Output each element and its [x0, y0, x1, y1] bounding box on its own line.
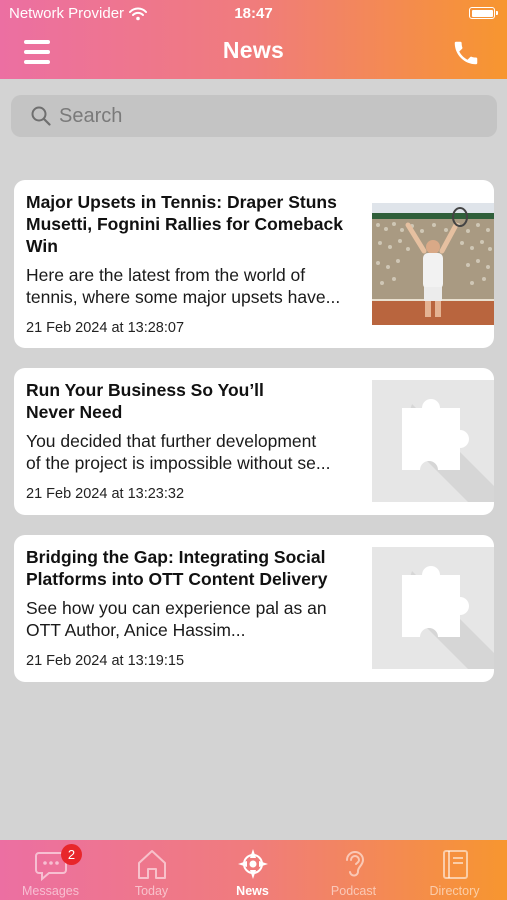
tab-directory[interactable]: Directory	[404, 840, 505, 900]
excerpt-line: See how you can experience pal as an	[26, 598, 327, 618]
app-header: Network Provider 18:47 News	[0, 0, 507, 79]
tab-messages[interactable]: 2 Messages	[0, 840, 101, 900]
news-compass-icon	[238, 849, 268, 879]
news-card-date: 21 Feb 2024 at 13:28:07	[26, 320, 185, 336]
news-card[interactable]: Run Your Business So You’ll Never Need Y…	[14, 368, 494, 515]
unread-badge: 2	[61, 844, 82, 865]
tab-label: News	[236, 884, 269, 898]
tab-news[interactable]: News	[202, 840, 303, 900]
tennis-photo-thumbnail	[372, 203, 494, 325]
news-card-title: Major Upsets in Tennis: Draper Stuns Mus…	[26, 192, 343, 256]
news-card[interactable]: Major Upsets in Tennis: Draper Stuns Mus…	[14, 180, 494, 348]
tab-label: Podcast	[330, 884, 377, 898]
tab-podcast[interactable]: Podcast	[303, 840, 404, 900]
battery-icon	[469, 7, 498, 19]
news-card-excerpt: You decided that further development of …	[26, 430, 364, 474]
search-icon	[31, 106, 51, 126]
puzzle-piece-icon	[372, 380, 494, 502]
tab-label: Today	[134, 884, 169, 898]
phone-icon[interactable]	[451, 38, 481, 68]
news-card-date: 21 Feb 2024 at 13:23:32	[26, 486, 185, 502]
house-icon	[138, 850, 166, 879]
tab-label: Messages	[22, 884, 79, 898]
tab-label: Directory	[429, 884, 480, 898]
excerpt-line: OTT Author, Anice Hassim...	[26, 620, 246, 640]
news-card[interactable]: Bridging the Gap: Integrating Social Pla…	[14, 535, 494, 682]
tab-today[interactable]: Today	[101, 840, 202, 900]
book-icon	[443, 850, 468, 879]
search-input[interactable]	[59, 95, 487, 137]
ear-icon	[346, 851, 365, 877]
tab-bar: 2 Messages Today News Podcast Directory	[0, 840, 507, 900]
excerpt-line: tennis, where some major upsets have...	[26, 287, 341, 307]
status-bar: Network Provider 18:47	[0, 0, 507, 28]
puzzle-piece-icon	[372, 547, 494, 669]
news-card-excerpt: Here are the latest from the world of te…	[26, 264, 364, 308]
news-card-excerpt: See how you can experience pal as an OTT…	[26, 597, 364, 641]
news-card-date: 21 Feb 2024 at 13:19:15	[26, 653, 185, 669]
excerpt-line: of the project is impossible without se.…	[26, 453, 331, 473]
excerpt-line: Here are the latest from the world of	[26, 265, 306, 285]
search-bar[interactable]	[11, 95, 497, 137]
page-title: News	[222, 37, 285, 63]
news-card-title: Bridging the Gap: Integrating Social Pla…	[26, 547, 328, 589]
status-time: 18:47	[234, 5, 273, 22]
excerpt-line: You decided that further development	[26, 431, 317, 451]
news-card-title: Run Your Business So You’ll Never Need	[26, 380, 264, 422]
